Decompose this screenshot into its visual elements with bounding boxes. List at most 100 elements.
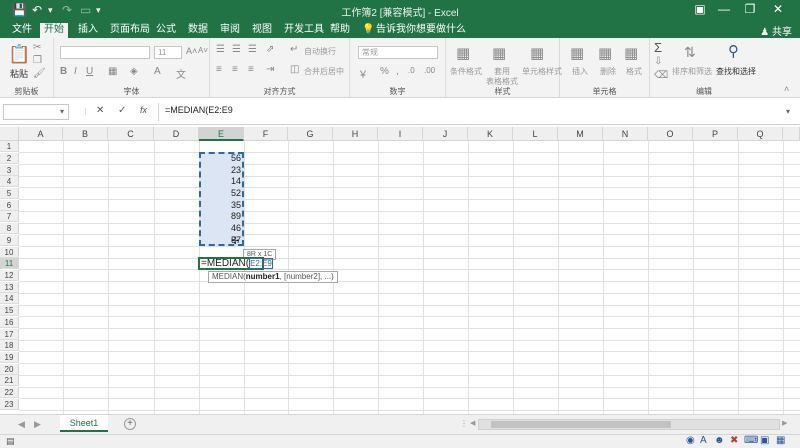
align-middle-icon[interactable]: ☰	[232, 44, 241, 55]
col-header-p[interactable]: P	[693, 127, 738, 141]
cell-e3[interactable]: 23	[199, 165, 243, 176]
col-header-b[interactable]: B	[63, 127, 108, 141]
row-header-7[interactable]: 7	[0, 211, 19, 222]
sort-filter-label[interactable]: 排序和筛选	[672, 66, 712, 77]
shrink-font-icon[interactable]: A˅	[198, 46, 208, 55]
col-header-n[interactable]: N	[603, 127, 648, 141]
border-icon[interactable]: ▦	[108, 66, 117, 77]
restore-button[interactable]: ❐	[738, 2, 762, 16]
expand-formula-icon[interactable]: ▾	[786, 107, 790, 116]
select-all-corner[interactable]	[0, 127, 19, 141]
function-tip-name[interactable]: MEDIAN(	[212, 272, 246, 281]
bold-icon[interactable]: B	[60, 66, 67, 77]
indent-icon[interactable]: ⇥	[266, 64, 274, 75]
font-size-select[interactable]: 11	[154, 46, 182, 59]
fill-icon[interactable]: ⇩	[654, 56, 662, 67]
cell-e8[interactable]: 46	[199, 223, 243, 234]
conditional-format-label[interactable]: 条件格式	[450, 66, 482, 77]
collapse-ribbon-icon[interactable]: ˄	[784, 84, 789, 94]
align-center-icon[interactable]: ≡	[232, 64, 238, 75]
col-header-h[interactable]: H	[333, 127, 378, 141]
phonetic-icon[interactable]: 文	[176, 66, 186, 81]
row-header-12[interactable]: 12	[0, 270, 19, 281]
find-select-icon[interactable]: ⚲	[728, 42, 739, 60]
cell-e6[interactable]: 35	[199, 200, 243, 211]
conditional-format-icon[interactable]: ▦	[456, 44, 470, 62]
cell-e5[interactable]: 52	[199, 188, 243, 199]
tools-icon[interactable]: ✖	[730, 435, 738, 446]
ribbon-display-options-icon[interactable]: ▣	[688, 2, 712, 16]
delete-cells-icon[interactable]: ▦	[598, 44, 612, 62]
row-header-1[interactable]: 1	[0, 141, 19, 152]
active-cell-e11[interactable]: =MEDIAN(E2:E9	[198, 257, 273, 270]
comma-icon[interactable]: ,	[396, 66, 399, 77]
align-bottom-icon[interactable]: ☰	[248, 44, 257, 55]
font-name-select[interactable]	[60, 46, 150, 59]
horizontal-scrollbar[interactable]	[478, 419, 780, 430]
font-a-icon[interactable]: A	[700, 435, 707, 446]
row-header-13[interactable]: 13	[0, 282, 19, 293]
row-header-22[interactable]: 22	[0, 387, 19, 398]
col-header-q[interactable]: Q	[738, 127, 783, 141]
wrap-text-icon[interactable]: ↵	[290, 44, 298, 55]
row-header-23[interactable]: 23	[0, 399, 19, 410]
enter-icon[interactable]: ✓	[118, 105, 126, 116]
col-header-o[interactable]: O	[648, 127, 693, 141]
col-header-k[interactable]: K	[468, 127, 513, 141]
worksheet-grid[interactable]: A B C D E F G H I J K L M N O P Q 1 2 3 …	[0, 127, 800, 414]
clear-icon[interactable]: ⌫	[654, 70, 668, 81]
table-format-icon[interactable]: ▦	[492, 44, 506, 62]
hscroll-right-icon[interactable]: ▶	[782, 419, 787, 427]
col-header-a[interactable]: A	[19, 127, 63, 141]
scroll-left-icon[interactable]: ◀	[18, 419, 25, 430]
cancel-icon[interactable]: ✕	[96, 105, 104, 116]
keyboard-icon[interactable]: ⌨	[744, 435, 758, 446]
accessibility-icon[interactable]: ▤	[6, 436, 15, 447]
cell-e2[interactable]: 56	[199, 153, 243, 164]
align-top-icon[interactable]: ☰	[216, 44, 225, 55]
row-header-9[interactable]: 9	[0, 235, 19, 246]
col-header-g[interactable]: G	[288, 127, 333, 141]
cell-styles-icon[interactable]: ▦	[530, 44, 544, 62]
row-header-16[interactable]: 16	[0, 317, 19, 328]
row-header-15[interactable]: 15	[0, 305, 19, 316]
format-cells-label[interactable]: 格式	[626, 66, 642, 77]
scrollbar-thumb[interactable]	[491, 421, 671, 428]
tab-developer[interactable]: 开发工具	[280, 23, 328, 38]
row-header-17[interactable]: 17	[0, 329, 19, 340]
row-header-10[interactable]: 10	[0, 247, 19, 258]
align-right-icon[interactable]: ≡	[248, 64, 254, 75]
shirt-icon[interactable]: ▣	[760, 435, 769, 446]
cut-icon[interactable]: ✂	[33, 42, 41, 53]
row-header-18[interactable]: 18	[0, 340, 19, 351]
delete-cells-label[interactable]: 删除	[600, 66, 616, 77]
autosum-icon[interactable]: Σ	[654, 40, 662, 55]
function-argument-tooltip[interactable]: MEDIAN(number1, [number2], ...)	[208, 271, 338, 283]
name-box-dropdown-icon[interactable]: ▾	[60, 107, 64, 116]
insert-cells-icon[interactable]: ▦	[570, 44, 584, 62]
copy-icon[interactable]: ❐	[33, 55, 42, 66]
fill-color-icon[interactable]: ◈	[130, 66, 138, 77]
cell-e7[interactable]: 89	[199, 211, 243, 222]
col-header-f[interactable]: F	[244, 127, 288, 141]
tell-me-search[interactable]: 告诉我你想要做什么	[372, 23, 470, 38]
row-header-19[interactable]: 19	[0, 352, 19, 363]
tab-data[interactable]: 数据	[184, 23, 212, 38]
sort-filter-icon[interactable]: ⇅	[684, 44, 696, 61]
find-select-label[interactable]: 查找和选择	[716, 66, 756, 77]
share-button[interactable]: ♟ 共享	[760, 23, 792, 38]
emoji-icon[interactable]: ☻	[714, 435, 725, 446]
hscroll-left-icon[interactable]: ◀	[470, 419, 475, 427]
format-painter-icon[interactable]: 🖌	[33, 68, 46, 79]
col-header-m[interactable]: M	[558, 127, 603, 141]
col-header-i[interactable]: I	[378, 127, 423, 141]
currency-icon[interactable]: ￥	[358, 66, 368, 81]
row-header-20[interactable]: 20	[0, 364, 19, 375]
merge-center-icon[interactable]: ◫	[290, 64, 299, 75]
tab-insert[interactable]: 插入	[74, 23, 102, 38]
formula-input[interactable]: =MEDIAN(E2:E9	[165, 105, 233, 115]
format-cells-icon[interactable]: ▦	[624, 44, 638, 62]
font-color-icon[interactable]: A	[154, 66, 161, 77]
scroll-right-icon[interactable]: ▶	[34, 419, 41, 430]
row-header-14[interactable]: 14	[0, 293, 19, 304]
